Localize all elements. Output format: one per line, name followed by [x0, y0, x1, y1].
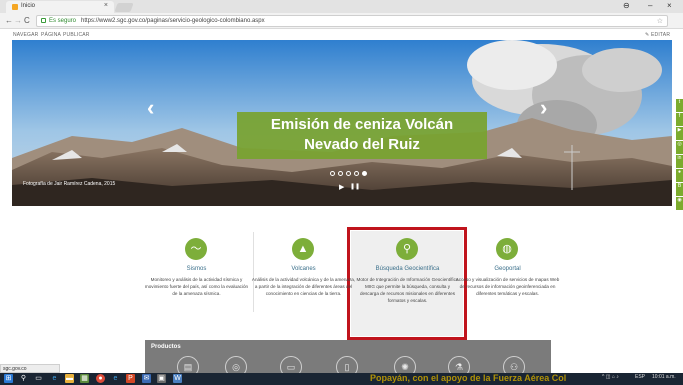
service-name: Búsqueda Geocientífica	[375, 266, 440, 272]
youtube-icon[interactable]: ▶	[676, 127, 683, 140]
seismograph-icon: 〜	[185, 238, 207, 260]
powerpoint-icon[interactable]: P	[126, 374, 135, 383]
instagram-icon[interactable]: ◎	[676, 141, 683, 154]
carousel-dot-3[interactable]	[346, 171, 351, 176]
volcano-icon: ▲	[292, 238, 314, 260]
flickr-icon[interactable]: ●	[676, 169, 683, 182]
tab-strip: Inicio × ⊖ – ×	[0, 0, 683, 13]
facebook-icon[interactable]: f	[676, 113, 683, 126]
search-icon: ⚲	[396, 238, 418, 260]
carousel-dot-2[interactable]	[338, 171, 343, 176]
store-icon[interactable]: ▦	[80, 374, 89, 383]
lock-icon	[41, 18, 46, 23]
browser-toolbar: ← → C Es seguro https://www2.sgc.gov.co/…	[0, 13, 683, 29]
browser-tab[interactable]: Inicio ×	[6, 1, 114, 13]
site-favicon-icon	[12, 4, 18, 10]
linkedin-icon[interactable]: in	[676, 155, 683, 168]
rss-icon[interactable]: ◉	[676, 197, 683, 210]
hero-title-line1: Emisión de ceniza Volcán	[270, 116, 454, 133]
hero-title-banner[interactable]: Emisión de ceniza Volcán Nevado del Ruiz	[237, 112, 487, 159]
system-tray-icons[interactable]: ^ ◫ ⌂ ♪	[602, 374, 619, 380]
service-volcanes[interactable]: ▲ Volcanes Análisis de la actividad volc…	[251, 238, 356, 318]
hero-title-line2: Nevado del Ruiz	[304, 136, 420, 153]
service-geoportal[interactable]: ◍ Geoportal Acceso y visualización de se…	[455, 238, 560, 318]
service-busqueda-geocientifica[interactable]: ⚲ Búsqueda Geocientífica Motor de Integr…	[355, 238, 460, 323]
products-title: Productos	[151, 344, 181, 350]
service-description: Monitoreo y análisis de la actividad sís…	[144, 277, 249, 296]
sharepoint-ribbon: NAVEGAR PÁGINA PUBLICAR ✎ EDITAR	[0, 29, 683, 40]
globe-icon: ◍	[496, 238, 518, 260]
nav-publicar[interactable]: PUBLICAR	[63, 32, 90, 38]
blog-icon[interactable]: B	[676, 183, 683, 196]
carousel-play-button[interactable]: ▶	[339, 183, 344, 191]
edge-icon[interactable]: e	[50, 374, 59, 383]
service-name: Volcanes	[291, 266, 316, 272]
service-description: Motor de Integración de Información Geoc…	[356, 277, 459, 303]
start-button[interactable]: ⊞	[4, 374, 13, 383]
app-icon[interactable]: ▣	[157, 374, 166, 383]
back-button[interactable]: ←	[5, 16, 13, 25]
close-window-button[interactable]: ×	[667, 1, 672, 10]
news-ticker: Popayán, con el apoyo de la Fuerza Aérea…	[370, 373, 567, 383]
account-icon[interactable]: ⊖	[623, 1, 630, 10]
carousel-pause-button[interactable]: ❚❚	[350, 183, 360, 190]
edit-link[interactable]: ✎ EDITAR	[645, 32, 670, 38]
nav-navegar[interactable]: NAVEGAR	[13, 32, 38, 38]
carousel-next-button[interactable]: ›	[540, 95, 547, 121]
bookmark-star-icon[interactable]: ☆	[657, 17, 663, 25]
nav-pagina[interactable]: PÁGINA	[41, 32, 61, 38]
url-text[interactable]: https://www2.sgc.gov.co/paginas/servicio…	[81, 18, 265, 24]
photo-caption: Fotografía de Jair Ramírez Cadena, 2015	[23, 181, 116, 187]
service-description: Análisis de la actividad volcánica y de …	[251, 277, 356, 296]
tab-title: Inicio	[21, 3, 36, 9]
language-indicator[interactable]: ESP	[635, 374, 645, 380]
service-name: Geoportal	[494, 266, 521, 272]
forward-button[interactable]: →	[14, 16, 22, 25]
carousel-dot-4[interactable]	[354, 171, 359, 176]
service-name: Sismos	[186, 266, 207, 272]
mail-icon[interactable]: ✉	[142, 374, 151, 383]
carousel-dot-1[interactable]	[330, 171, 335, 176]
chrome-icon[interactable]: ●	[96, 374, 105, 383]
minimize-button[interactable]: –	[648, 1, 652, 10]
twitter-icon[interactable]: t	[676, 99, 683, 112]
ie-icon[interactable]: e	[111, 374, 120, 383]
social-strip: t f ▶ ◎ in ● B ◉	[676, 99, 683, 214]
new-tab-button[interactable]	[114, 3, 134, 12]
search-icon[interactable]: ⚲	[19, 374, 28, 383]
carousel-dot-5[interactable]	[362, 171, 367, 176]
file-explorer-icon[interactable]: ▬	[65, 374, 74, 383]
word-icon[interactable]: W	[173, 374, 182, 383]
task-view-icon[interactable]: ▭	[34, 374, 43, 383]
carousel-prev-button[interactable]: ‹	[147, 95, 154, 121]
windows-taskbar: ⊞ ⚲ ▭ e ▬ ▦ ● e P ✉ ▣ W ^ ◫ ⌂ ♪ ESP 10:0…	[0, 373, 683, 385]
security-label: Es seguro	[49, 18, 77, 24]
clock[interactable]: 10:01 a.m.	[652, 374, 676, 380]
status-bar: sgc.gov.co	[0, 364, 60, 373]
reload-button[interactable]: C	[24, 16, 30, 25]
service-sismos[interactable]: 〜 Sismos Monitoreo y análisis de la acti…	[144, 238, 249, 318]
address-bar[interactable]: Es seguro https://www2.sgc.gov.co/pagina…	[36, 15, 668, 27]
tab-close-icon[interactable]: ×	[104, 2, 108, 9]
service-description: Acceso y visualización de servicios de m…	[455, 277, 560, 296]
